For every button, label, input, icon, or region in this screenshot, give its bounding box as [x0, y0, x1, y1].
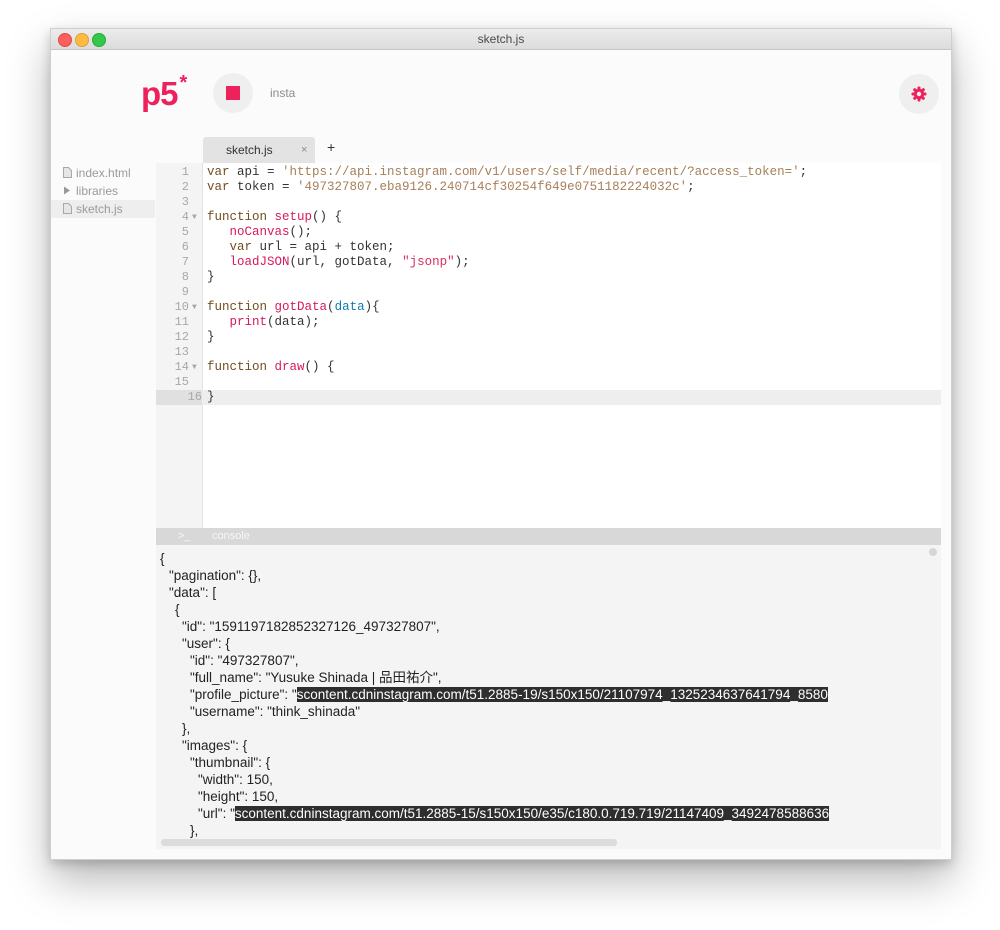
stop-button[interactable]: [213, 73, 253, 113]
console-line: },: [190, 823, 199, 838]
gear-icon: [911, 86, 927, 102]
code-line[interactable]: 14 ▼ function draw() {: [156, 360, 941, 375]
console-line: "user": {: [182, 636, 230, 651]
console-output[interactable]: { "pagination": {}, "data": [ { "id": "1…: [156, 545, 941, 849]
console-line: },: [182, 721, 191, 736]
stop-icon: [226, 86, 240, 100]
code-line[interactable]: 8 }: [156, 270, 941, 285]
console-line: {: [160, 551, 165, 566]
code-line[interactable]: 13: [156, 345, 941, 360]
code-line[interactable]: 12 }: [156, 330, 941, 345]
fold-arrow-icon[interactable]: ▼: [192, 360, 197, 375]
file-icon: [63, 203, 72, 214]
console-line: "id": "1591197182852327126_497327807",: [182, 619, 440, 634]
console-link[interactable]: scontent.cdninstagram.com/t51.2885-15/s1…: [234, 806, 830, 821]
code-line[interactable]: 11 print(data);: [156, 315, 941, 330]
sidebar-item-index-html[interactable]: index.html: [51, 164, 155, 182]
console-line: "id": "497327807",: [190, 653, 299, 668]
console-horizontal-scrollbar[interactable]: [161, 839, 617, 846]
code-line[interactable]: 7 loadJSON(url, gotData, "jsonp");: [156, 255, 941, 270]
sidebar-item-label: libraries: [76, 184, 119, 198]
title-bar: sketch.js: [51, 29, 951, 50]
code-line[interactable]: 5 noCanvas();: [156, 225, 941, 240]
code-line[interactable]: 9: [156, 285, 941, 300]
folder-triangle-icon: [64, 186, 70, 195]
console-line: "username": "think_shinada": [190, 704, 361, 719]
sidebar-item-sketch-js[interactable]: sketch.js: [51, 200, 155, 218]
code-line[interactable]: 3: [156, 195, 941, 210]
console-line: "profile_picture": "scontent.cdninstagra…: [190, 687, 828, 702]
code-line[interactable]: 10 ▼ function gotData(data){: [156, 300, 941, 315]
new-tab-button[interactable]: +: [327, 139, 335, 155]
console-line: "images": {: [182, 738, 248, 753]
fold-arrow-icon[interactable]: ▼: [192, 300, 197, 315]
console-line: "url": "scontent.cdninstagram.com/t51.28…: [198, 806, 830, 821]
console-line: "width": 150,: [198, 772, 273, 787]
console-line: "full_name": "Yusuke Shinada | 品田祐介",: [190, 670, 442, 685]
sketch-name[interactable]: insta: [270, 86, 295, 100]
p5-logo: p5 *: [141, 72, 187, 112]
window-title: sketch.js: [477, 32, 525, 46]
close-tab-icon[interactable]: ×: [301, 144, 307, 156]
console-line: "data": [: [169, 585, 217, 600]
sidebar-item-label: index.html: [76, 166, 131, 180]
code-line[interactable]: 2 var token = '497327807.eba9126.240714c…: [156, 180, 941, 195]
code-line[interactable]: 15: [156, 375, 941, 390]
console-link[interactable]: scontent.cdninstagram.com/t51.2885-19/s1…: [296, 687, 828, 702]
code-editor[interactable]: 1 var api = 'https://api.instagram.com/v…: [156, 163, 941, 528]
code-line-active[interactable]: 16 }: [156, 390, 941, 405]
sidebar-item-libraries[interactable]: libraries: [51, 182, 155, 200]
console-vertical-scrollbar[interactable]: [929, 548, 937, 556]
console-prompt-icon: >_: [178, 530, 191, 542]
code-line[interactable]: 6 var url = api + token;: [156, 240, 941, 255]
console-label: console: [212, 530, 250, 542]
console-line: "thumbnail": {: [190, 755, 271, 770]
code-line[interactable]: 4 ▼ function setup() {: [156, 210, 941, 225]
console-line: "height": 150,: [198, 789, 279, 804]
console-header[interactable]: >_ console: [156, 528, 941, 545]
fold-arrow-icon[interactable]: ▼: [192, 210, 197, 225]
settings-button[interactable]: [899, 74, 939, 114]
console-line: "pagination": {},: [169, 568, 262, 583]
code-line[interactable]: 1 var api = 'https://api.instagram.com/v…: [156, 165, 941, 180]
tab-label: sketch.js: [226, 143, 273, 157]
sidebar-item-label: sketch.js: [76, 202, 123, 216]
app-window: sketch.js p5 * insta sketch.js × + index.…: [50, 28, 952, 860]
file-icon: [63, 167, 72, 178]
tab-sketch-js[interactable]: sketch.js ×: [203, 137, 315, 163]
console-line: {: [175, 602, 180, 617]
